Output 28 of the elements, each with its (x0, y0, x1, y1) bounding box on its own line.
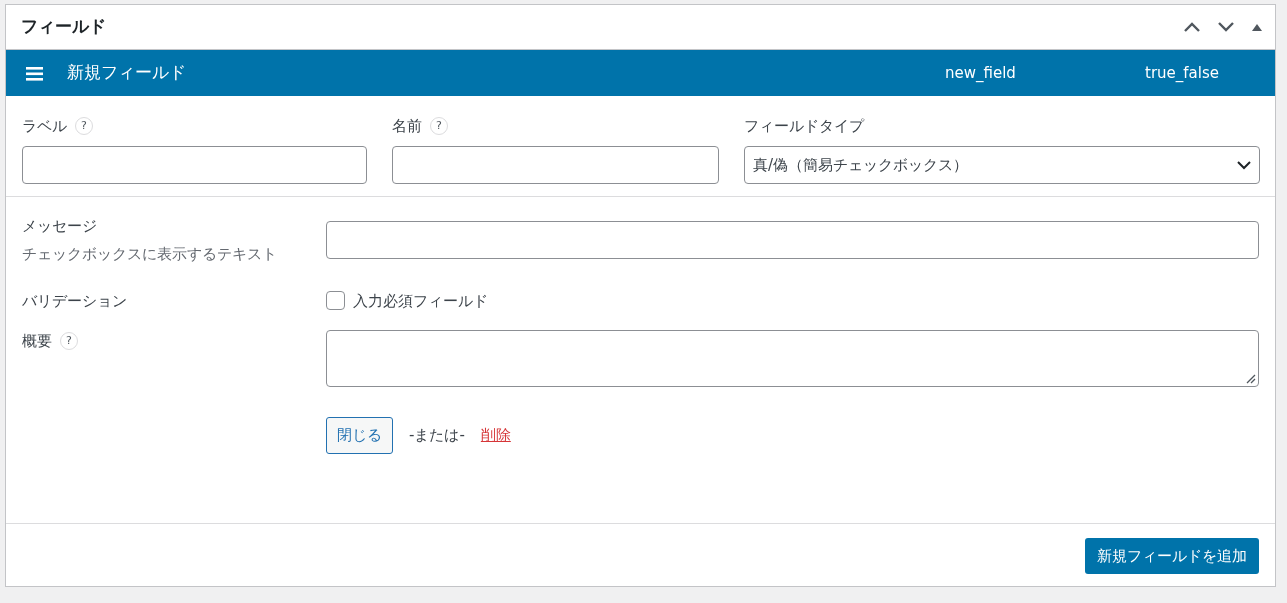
setting-label: 概要 (22, 331, 52, 352)
field-type: true_false (1145, 62, 1220, 84)
field-label: ラベル (22, 115, 67, 137)
chevron-down-icon[interactable] (1217, 20, 1235, 34)
checkbox-label[interactable]: 入力必須フィールド (353, 289, 488, 312)
textarea-field[interactable] (326, 330, 1259, 387)
field-title[interactable]: 新規フィールド (67, 60, 186, 86)
setting-label: バリデーション (22, 290, 127, 312)
message-input[interactable] (326, 221, 1259, 259)
delete-link[interactable]: 削除 (480, 424, 511, 447)
setting-label: メッセージ (22, 216, 97, 237)
add-field-button[interactable]: 新規フィールドを追加 (1085, 537, 1259, 574)
field-label: フィールドタイプ (744, 115, 864, 137)
menu-icon[interactable] (26, 65, 43, 81)
close-button[interactable]: 閉じる (326, 417, 393, 454)
type-select[interactable]: 真/偽（簡易チェックボックス） (744, 146, 1260, 184)
panel-title: フィールド (21, 15, 106, 39)
setting-description: チェックボックスに表示するテキスト (22, 243, 278, 265)
chevron-down-icon[interactable] (1237, 160, 1251, 170)
checkbox[interactable] (326, 291, 345, 311)
or-text: -または- (409, 425, 465, 446)
triangle-up-icon[interactable] (1251, 22, 1263, 32)
field-label: 名前 (392, 115, 422, 137)
chevron-up-icon[interactable] (1183, 20, 1201, 34)
field-name: new_field (945, 62, 1017, 84)
resize-handle-icon[interactable] (1246, 374, 1256, 384)
input-field[interactable] (22, 146, 367, 184)
input-field[interactable] (392, 146, 719, 184)
